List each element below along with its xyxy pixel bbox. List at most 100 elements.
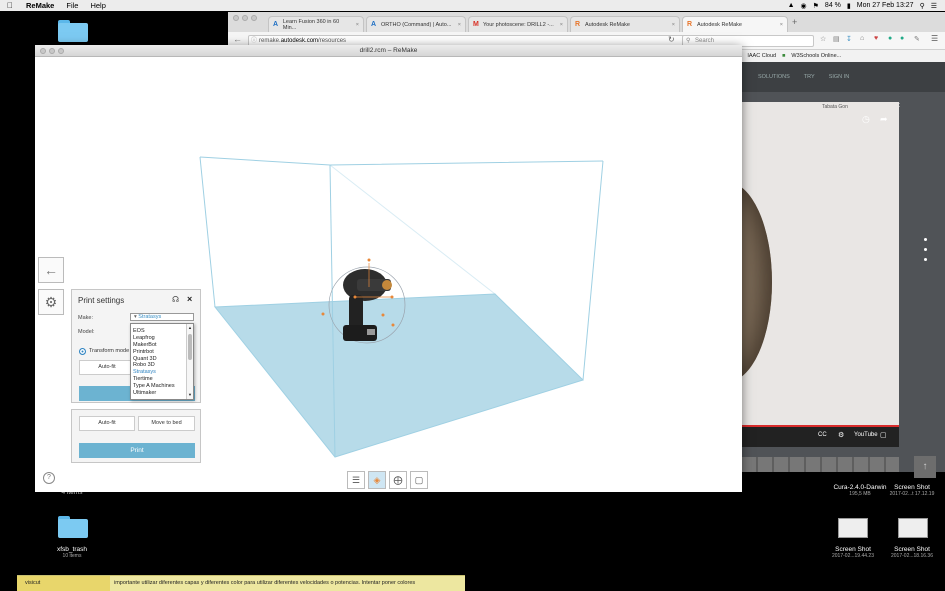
material-tool-button[interactable]: ◈ xyxy=(368,471,386,489)
scroll-dot[interactable] xyxy=(924,248,927,251)
video-thumbnails[interactable] xyxy=(742,457,899,472)
browser-tab-remake-2[interactable]: R Autodesk ReMake × xyxy=(682,16,788,32)
search-icon[interactable]: ⚲ xyxy=(920,2,925,10)
browser-tab-remake-1[interactable]: R Autodesk ReMake × xyxy=(570,16,680,32)
3d-viewport[interactable]: ← ⚙ Print settings ☊ × Make: ▾ Stratasys… xyxy=(35,57,742,492)
option-stratasys[interactable]: Stratasys xyxy=(131,369,193,376)
flag-icon[interactable]: ⚑ xyxy=(813,2,819,10)
extension2-icon[interactable]: ● xyxy=(900,35,904,42)
scroll-dot[interactable] xyxy=(924,238,927,241)
screenshot2-thumbnail[interactable] xyxy=(898,518,928,538)
remake-titlebar: drill2.rcm – ReMake xyxy=(35,45,742,57)
option-tiertime[interactable]: Tiertime xyxy=(131,376,193,383)
battery-percent[interactable]: 84 % xyxy=(825,2,841,9)
browser-tab-ortho[interactable]: A ORTHO (Command) | Auto... × xyxy=(366,16,466,32)
option-ultimaker[interactable]: Ultimaker xyxy=(131,390,193,397)
youtube-logo[interactable]: YouTube xyxy=(854,432,878,438)
make-select[interactable]: ▾ Stratasys xyxy=(130,313,194,321)
screenshot3-label[interactable]: Screen Shot 2017-02...t 17.12.19 xyxy=(880,484,944,498)
auto-fit-button[interactable]: Auto-fit xyxy=(79,360,135,375)
xfsb-trash-folder-icon[interactable] xyxy=(58,516,88,538)
help-icon[interactable]: ? xyxy=(43,472,55,484)
tab-close-icon[interactable]: × xyxy=(672,22,675,28)
reload-icon[interactable]: ↻ xyxy=(668,35,675,44)
video-player[interactable]: Tabata Gon ◷ ➦ CC ⚙ YouTube ▢ xyxy=(742,102,899,447)
settings-button[interactable]: ⚙ xyxy=(38,289,64,315)
scroll-up-icon[interactable]: ▲ xyxy=(188,325,192,330)
window-zoom-light[interactable] xyxy=(58,48,64,54)
option-type-a-machines[interactable]: Type A Machines xyxy=(131,383,193,390)
apple-icon[interactable]:  xyxy=(0,1,20,10)
reading-list-icon[interactable]: ▤ xyxy=(833,35,840,43)
option-robo-3d[interactable]: Robo 3D xyxy=(131,362,193,369)
browser-tab-fusion[interactable]: A Learn Fusion 360 in 60 Min... × xyxy=(268,16,364,32)
move-to-bed-button[interactable]: Move to bed xyxy=(138,416,195,431)
back-arrow-icon[interactable]: ← xyxy=(233,34,242,44)
tab-close-icon[interactable]: × xyxy=(356,22,359,28)
option-leapfrog[interactable]: Leapfrog xyxy=(131,335,193,342)
browser-minimize-light[interactable] xyxy=(242,15,248,21)
option-printrbot[interactable]: Printrbot xyxy=(131,349,193,356)
window-minimize-light[interactable] xyxy=(49,48,55,54)
scroll-dot[interactable] xyxy=(924,258,927,261)
tab-close-icon[interactable]: × xyxy=(560,22,563,28)
new-tab-button[interactable]: + xyxy=(792,17,797,27)
make-dropdown-list[interactable]: EOS Leapfrog MakerBot Printrbot Quant 3D… xyxy=(130,323,194,400)
url-prefix: remake. xyxy=(259,38,281,44)
print-button[interactable]: Print xyxy=(79,443,195,458)
scrollbar-thumb[interactable] xyxy=(188,334,192,360)
tab-close-icon[interactable]: × xyxy=(780,22,783,28)
option-quant-3d[interactable]: Quant 3D xyxy=(131,356,193,363)
dropbox-icon[interactable]: ▲ xyxy=(788,2,795,9)
screenshot1-label[interactable]: Screen Shot 2017-02...19.44.23 xyxy=(818,546,888,560)
nav-sign-in[interactable]: SIGN IN xyxy=(829,74,849,92)
browser-close-light[interactable] xyxy=(233,15,239,21)
scroll-down-icon[interactable]: ▼ xyxy=(188,392,192,397)
browser-tab-gmail[interactable]: M Your photoscene: DRILL2 -... × xyxy=(468,16,568,32)
download-icon[interactable]: ↧ xyxy=(846,35,852,43)
desktop-folder-icon[interactable] xyxy=(58,20,88,42)
screenshot1-sub: 2017-02...19.44.23 xyxy=(832,553,874,559)
bookmark-w3schools[interactable]: W3Schools Online... xyxy=(791,53,841,59)
clock[interactable]: Mon 27 Feb 13:27 xyxy=(857,2,914,9)
move-tool-button[interactable]: ⨁ xyxy=(389,471,407,489)
sliders-tool-button[interactable]: ☰ xyxy=(347,471,365,489)
wifi-icon[interactable]: ◉ xyxy=(801,2,807,10)
captions-icon[interactable]: CC xyxy=(818,432,827,438)
note-title[interactable]: visicut xyxy=(17,576,110,591)
nav-try[interactable]: TRY xyxy=(804,74,815,92)
sticky-note-bar: visicut importante utilizar diferentes c… xyxy=(17,575,465,591)
option-makerbot[interactable]: MakerBot xyxy=(131,342,193,349)
menu-file[interactable]: File xyxy=(60,1,84,10)
extension-icon[interactable]: ● xyxy=(888,35,892,42)
screenshot2-label[interactable]: Screen Shot 2017-02...18.16.36 xyxy=(880,546,944,560)
back-to-top-button[interactable]: ↑ xyxy=(914,456,936,478)
watch-later-icon[interactable]: ◷ xyxy=(862,114,870,125)
tab-close-icon[interactable]: × xyxy=(458,22,461,28)
menu-app-name[interactable]: ReMake xyxy=(20,1,60,10)
transform-mode-radio[interactable] xyxy=(79,348,86,355)
menu-help[interactable]: Help xyxy=(84,1,111,10)
frame-tool-button[interactable]: ▢ xyxy=(410,471,428,489)
pocket-icon[interactable]: ♥ xyxy=(874,35,878,42)
bookmark-iaac-cloud[interactable]: IAAC Cloud xyxy=(747,53,776,59)
list-icon[interactable]: ☰ xyxy=(931,2,937,10)
home-icon[interactable]: ⌂ xyxy=(860,35,864,42)
headset-support-icon[interactable]: ☊ xyxy=(172,295,179,304)
hamburger-menu-icon[interactable]: ☰ xyxy=(931,34,938,43)
settings-icon[interactable]: ⚙ xyxy=(838,431,844,439)
close-panel-button[interactable]: × xyxy=(187,294,192,304)
option-eos[interactable]: EOS xyxy=(131,328,193,335)
back-button[interactable]: ← xyxy=(38,257,64,283)
pencil-icon[interactable]: ✎ xyxy=(914,35,920,43)
window-close-light[interactable] xyxy=(40,48,46,54)
fullscreen-icon[interactable]: ▢ xyxy=(880,431,887,439)
share-icon[interactable]: ➦ xyxy=(880,114,888,125)
browser-zoom-light[interactable] xyxy=(251,15,257,21)
xfsb-trash-label[interactable]: xfsb_trash 10 items xyxy=(42,546,102,560)
nav-solutions[interactable]: SOLUTIONS xyxy=(758,74,790,92)
bookmark-star-icon[interactable]: ☆ xyxy=(820,35,826,43)
screenshot1-thumbnail[interactable] xyxy=(838,518,868,538)
auto-fit-button-2[interactable]: Auto-fit xyxy=(79,416,135,431)
dropdown-scrollbar[interactable]: ▲ ▼ xyxy=(186,324,193,399)
